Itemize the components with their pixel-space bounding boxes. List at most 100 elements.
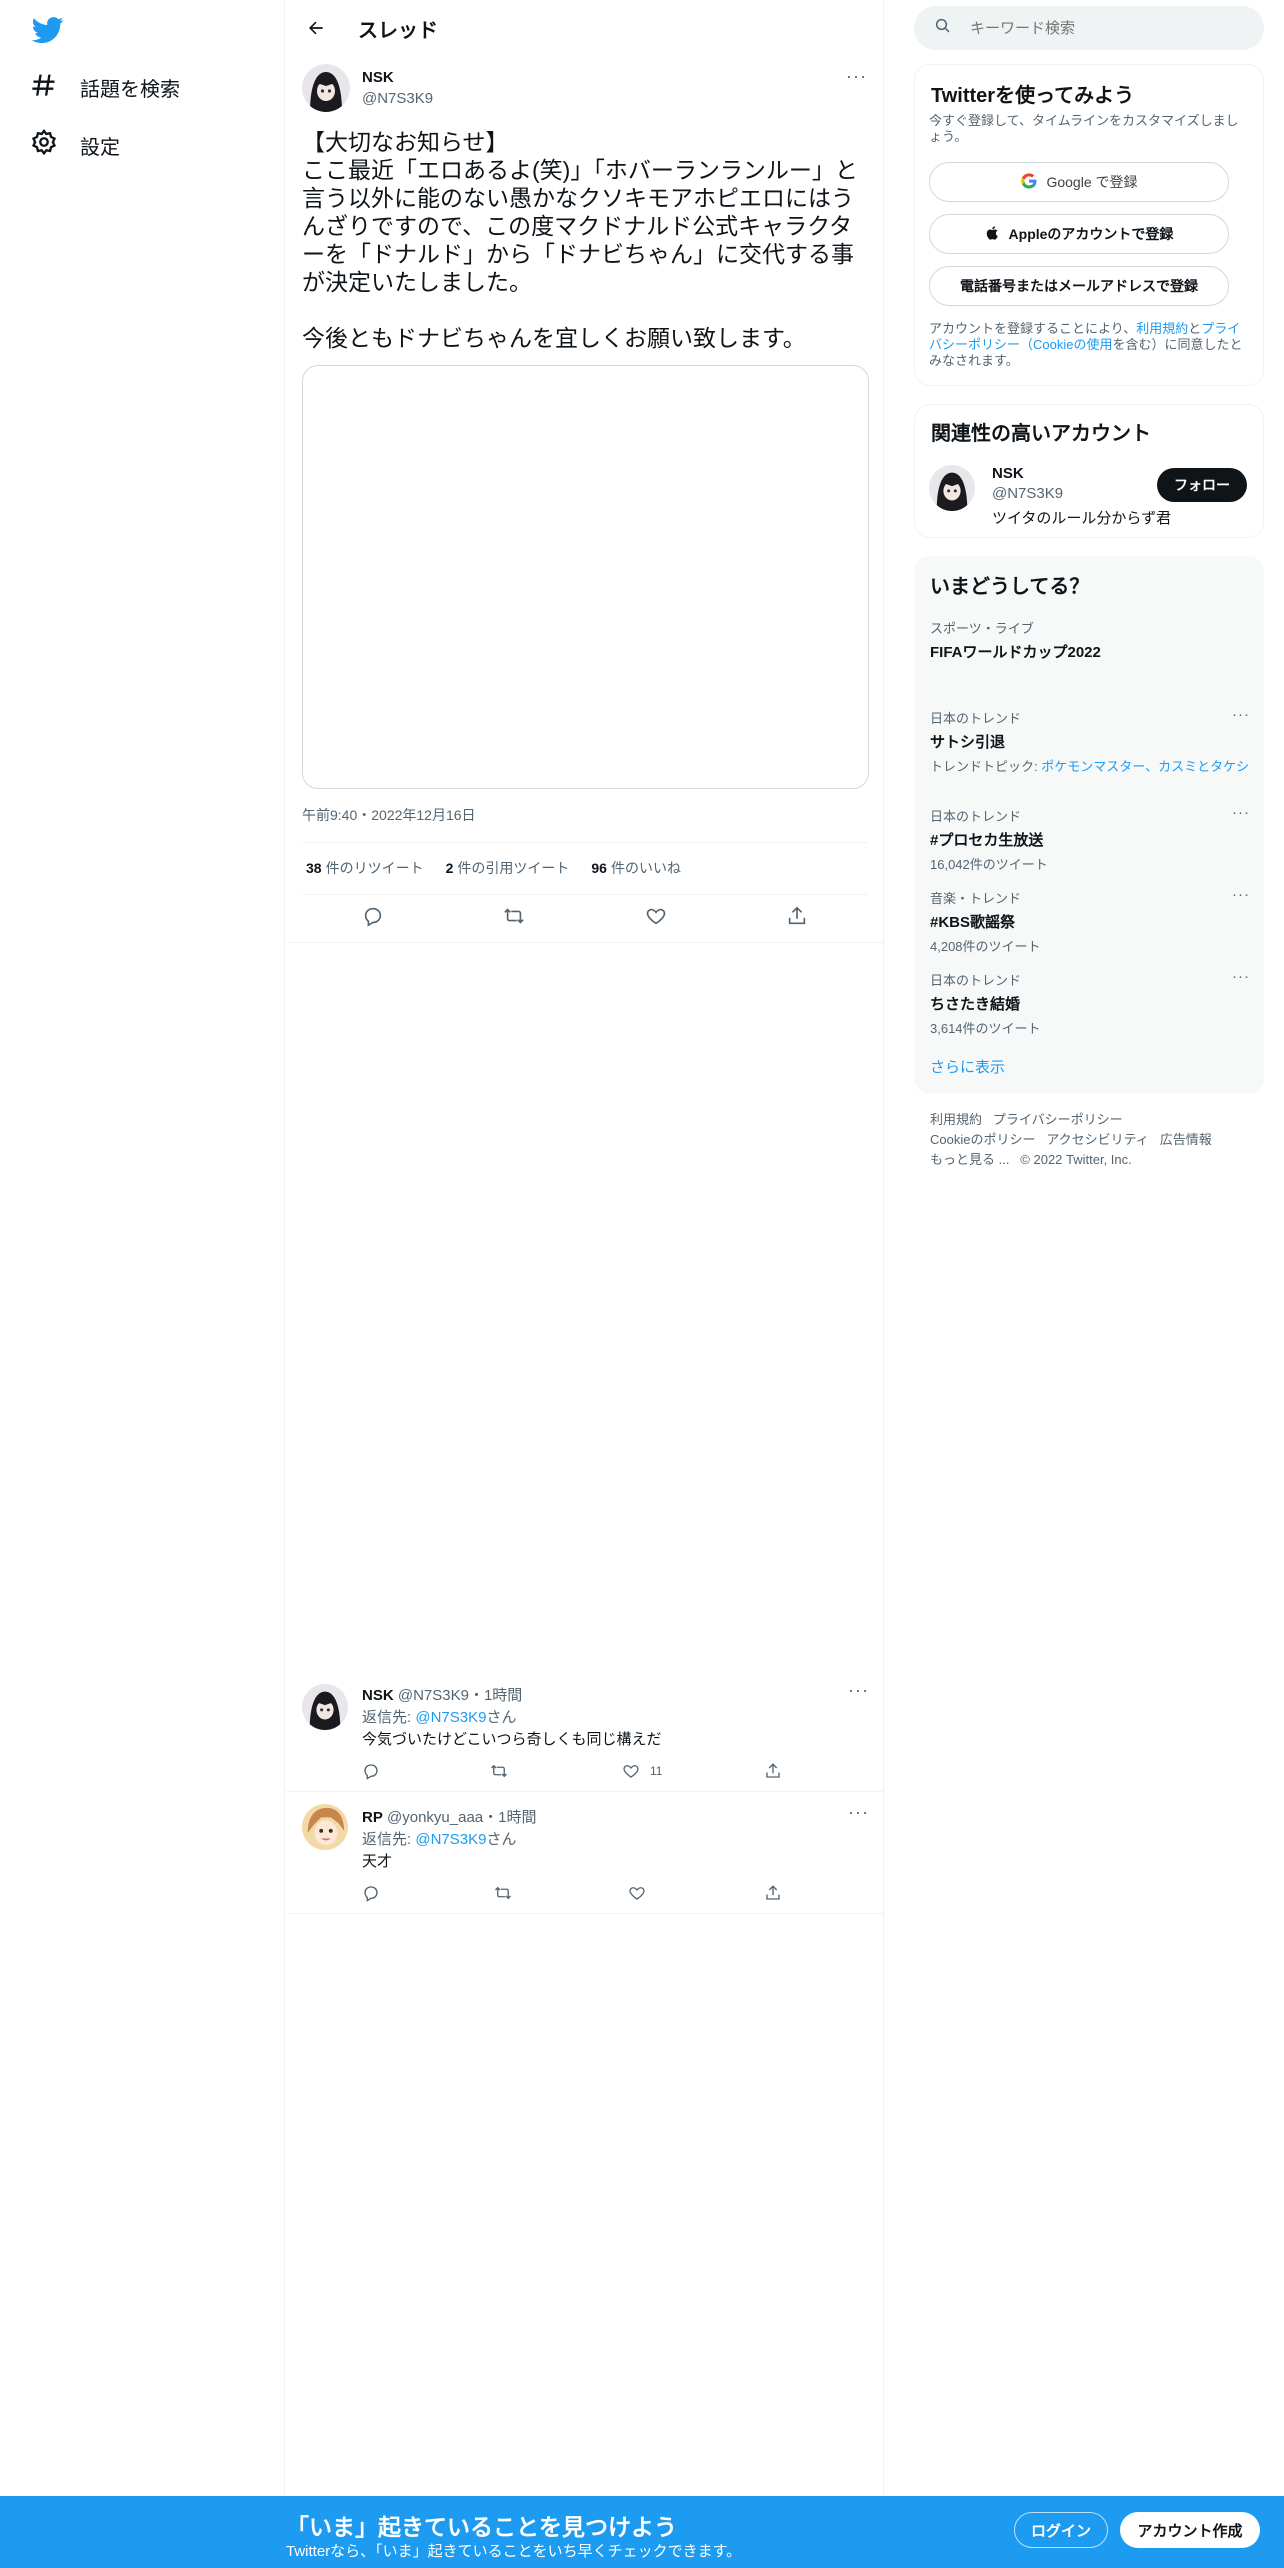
reply-icon[interactable] [362, 905, 384, 932]
avatar[interactable] [302, 1684, 348, 1730]
google-signup-button[interactable]: Google で登録 [929, 162, 1229, 202]
author-name[interactable]: NSK [362, 69, 394, 86]
back-arrow-icon[interactable] [300, 12, 332, 44]
gear-icon [30, 128, 58, 162]
reply-icon[interactable] [362, 1884, 380, 1902]
relevant-accounts-card: 関連性の高いアカウント NSK @N7S3K9 ツイタのルール分からず君 フォロ… [914, 404, 1264, 538]
phone-email-signup-button[interactable]: 電話番号またはメールアドレスで登録 [929, 266, 1229, 306]
mention-link[interactable]: @N7S3K9 [415, 1831, 486, 1848]
reply-actions: 11 [360, 1762, 800, 1786]
thread-column: スレッド NSK @N7S3K9 ··· 【大切なお知らせ】 ここ最近「エロある… [286, 0, 884, 2568]
hashtag-icon [30, 70, 58, 104]
more-options-icon[interactable]: ··· [1232, 886, 1250, 903]
avatar[interactable] [302, 64, 350, 112]
more-options-icon[interactable]: ··· [1232, 706, 1250, 723]
apple-signup-button[interactable]: Appleのアカウントで登録 [929, 214, 1229, 254]
reply-to-line: 返信先: @N7S3K9さん [362, 1709, 517, 1726]
account-handle[interactable]: @N7S3K9 [992, 485, 1063, 502]
tweet-actions [302, 900, 868, 936]
trend-topic-links[interactable]: ポケモンマスター、カスミとタケシ [1041, 759, 1249, 774]
divider [302, 894, 868, 895]
nav-explore[interactable]: 話題を検索 [30, 63, 180, 111]
bottom-signup-bar: 「いま」起きていることを見つけよう Twitterなら、「いま」起きていることを… [0, 2496, 1284, 2568]
tweet-media[interactable] [302, 365, 869, 789]
like-count-link[interactable]: 96 件のいいね [591, 858, 681, 878]
trend-item[interactable]: スポーツ・ライブ FIFAワールドカップ2022 [930, 618, 1250, 662]
heart-icon[interactable]: 11 [622, 1762, 662, 1780]
retweet-icon[interactable] [503, 905, 525, 932]
google-signup-label: Google で登録 [1046, 174, 1138, 190]
reply-to-line: 返信先: @N7S3K9さん [362, 1831, 517, 1848]
divider [286, 1913, 884, 1914]
reply-actions [360, 1884, 800, 1908]
heart-icon[interactable] [628, 1884, 646, 1902]
cookie-link[interactable]: Cookieの使用 [1033, 337, 1112, 352]
login-button[interactable]: ログイン [1014, 2512, 1108, 2548]
reply-time[interactable]: ・1時間 [483, 1809, 536, 1826]
trend-item[interactable]: 日本のトレンド #プロセカ生放送 16,042件のツイート ··· [930, 804, 1250, 873]
trend-item[interactable]: 日本のトレンド サトシ引退 トレンドトピック: ポケモンマスター、カスミとタケシ… [930, 706, 1250, 775]
bottom-bar-title: 「いま」起きていることを見つけよう [286, 2514, 677, 2540]
reply-author-name[interactable]: RP [362, 1809, 383, 1826]
show-more-link[interactable]: さらに表示 [930, 1056, 1005, 1077]
more-options-icon[interactable]: ··· [1232, 804, 1250, 821]
share-icon[interactable] [764, 1884, 782, 1902]
signup-terms: アカウントを登録することにより、利用規約とプライバシーポリシー（Cookieの使… [929, 321, 1243, 368]
share-icon[interactable] [786, 905, 808, 932]
footer-cookie-link[interactable]: Cookieのポリシー [930, 1132, 1035, 1147]
thread-header: スレッド [286, 0, 884, 53]
tweet-text: 【大切なお知らせ】 ここ最近「エロあるよ(笑)」「ホバーランランルー」と言う以外… [302, 128, 868, 352]
twitter-logo-icon[interactable] [31, 14, 64, 46]
reply-time[interactable]: ・1時間 [469, 1687, 522, 1704]
nav-settings-label: 設定 [80, 136, 120, 159]
account-name[interactable]: NSK [992, 465, 1024, 482]
more-options-icon[interactable]: ··· [848, 1802, 869, 1823]
bottom-bar-subtitle: Twitterなら、「いま」起きていることをいち早くチェックできます。 [286, 2543, 742, 2560]
tweet-stats: 38 件のリツイート 2 件の引用ツイート 96 件のいいね [306, 858, 681, 878]
footer-more-link[interactable]: もっと見る ... [930, 1152, 1009, 1167]
relevant-accounts-title: 関連性の高いアカウント [931, 423, 1151, 445]
tweet-text-paragraph-1: 【大切なお知らせ】 ここ最近「エロあるよ(笑)」「ホバーランランルー」と言う以外… [302, 129, 858, 295]
avatar[interactable] [302, 1804, 348, 1850]
retweet-icon[interactable] [490, 1762, 508, 1780]
trends-card: いまどうしてる？ スポーツ・ライブ FIFAワールドカップ2022 日本のトレン… [914, 556, 1264, 1094]
reply-author-handle[interactable]: @yonkyu_aaa [387, 1809, 483, 1826]
page-title: スレッド [358, 20, 438, 42]
trend-item[interactable]: 日本のトレンド ちさたき結婚 3,614件のツイート ··· [930, 968, 1250, 1037]
tweet-text-paragraph-2: 今後ともドナビちゃんを宜しくお願い致します。 [302, 325, 806, 351]
mention-link[interactable]: @N7S3K9 [415, 1709, 486, 1726]
heart-icon[interactable] [645, 905, 667, 932]
tweet-timestamp[interactable]: 午前9:40・2022年12月16日 [302, 805, 476, 825]
search-input[interactable] [970, 19, 1230, 37]
follow-button[interactable]: フォロー [1157, 468, 1247, 502]
author-handle[interactable]: @N7S3K9 [362, 90, 433, 107]
reply-header: RP @yonkyu_aaa・1時間 [362, 1806, 536, 1827]
reply-author-name[interactable]: NSK [362, 1687, 394, 1704]
reply-icon[interactable] [362, 1762, 380, 1780]
signup-button[interactable]: アカウント作成 [1120, 2512, 1260, 2548]
reply-tweet[interactable]: RP @yonkyu_aaa・1時間 ··· 返信先: @N7S3K9さん 天才 [286, 1792, 884, 1912]
footer-privacy-link[interactable]: プライバシーポリシー [993, 1112, 1123, 1127]
reply-text: 今気づいたけどこいつら奇しくも同じ構えだ [362, 1731, 662, 1748]
signup-card: Twitterを使ってみよう 今すぐ登録して、タイムラインをカスタマイズしましょ… [914, 64, 1264, 386]
search-icon [934, 17, 952, 40]
google-icon [1020, 172, 1038, 193]
more-options-icon[interactable]: ··· [848, 1680, 869, 1701]
nav-settings[interactable]: 設定 [30, 121, 120, 169]
terms-link[interactable]: 利用規約 [1136, 321, 1188, 336]
footer-accessibility-link[interactable]: アクセシビリティ [1046, 1132, 1149, 1147]
reply-tweet[interactable]: NSK @N7S3K9・1時間 ··· 返信先: @N7S3K9さん 今気づいた… [286, 1670, 884, 1790]
more-options-icon[interactable]: ··· [1232, 968, 1250, 985]
account-bio: ツイタのルール分からず君 [992, 510, 1172, 527]
reply-author-handle[interactable]: @N7S3K9 [398, 1687, 469, 1704]
footer-ads-link[interactable]: 広告情報 [1160, 1132, 1212, 1147]
share-icon[interactable] [764, 1762, 782, 1780]
more-options-icon[interactable]: ··· [846, 66, 867, 87]
footer-terms-link[interactable]: 利用規約 [930, 1112, 982, 1127]
quote-count-link[interactable]: 2 件の引用ツイート [446, 858, 570, 878]
trend-item[interactable]: 音楽・トレンド #KBS歌謡祭 4,208件のツイート ··· [930, 886, 1250, 955]
search-box[interactable] [914, 6, 1264, 50]
avatar[interactable] [929, 465, 975, 511]
retweet-icon[interactable] [494, 1884, 512, 1902]
retweet-count-link[interactable]: 38 件のリツイート [306, 858, 424, 878]
